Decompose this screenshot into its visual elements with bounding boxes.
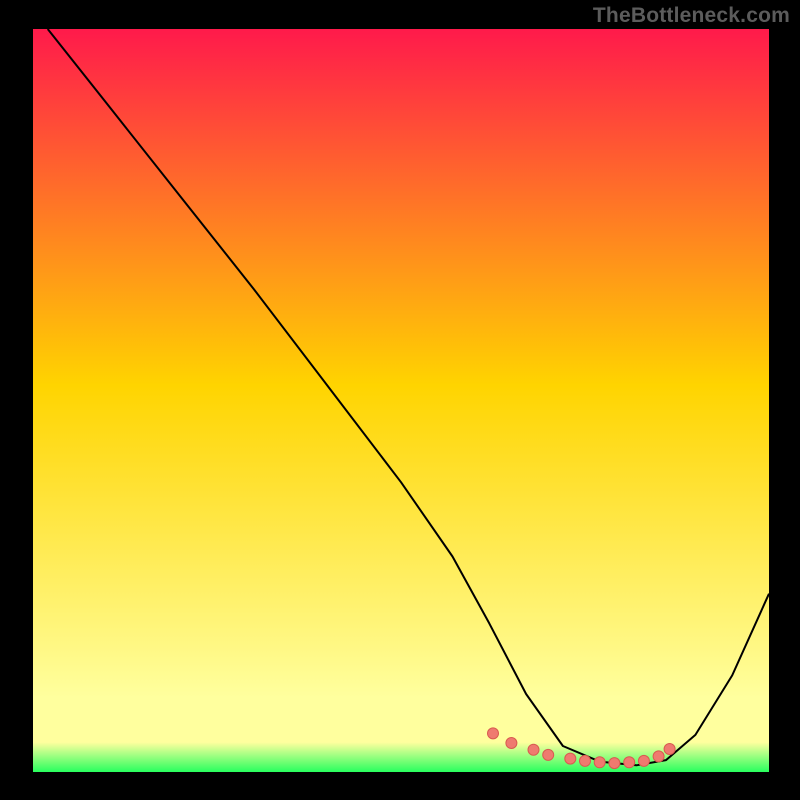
optimal-marker: [528, 744, 539, 755]
optimal-marker: [664, 744, 675, 755]
gradient-background: [33, 29, 769, 772]
optimal-marker: [565, 753, 576, 764]
optimal-marker: [638, 755, 649, 766]
optimal-marker: [624, 757, 635, 768]
optimal-marker: [653, 751, 664, 762]
optimal-marker: [609, 758, 620, 769]
watermark-text: TheBottleneck.com: [593, 4, 790, 28]
optimal-marker: [488, 728, 499, 739]
chart-frame: TheBottleneck.com: [0, 0, 800, 800]
optimal-marker: [580, 755, 591, 766]
bottleneck-chart: [0, 0, 800, 800]
optimal-marker: [543, 749, 554, 760]
optimal-marker: [594, 757, 605, 768]
optimal-marker: [506, 738, 517, 749]
